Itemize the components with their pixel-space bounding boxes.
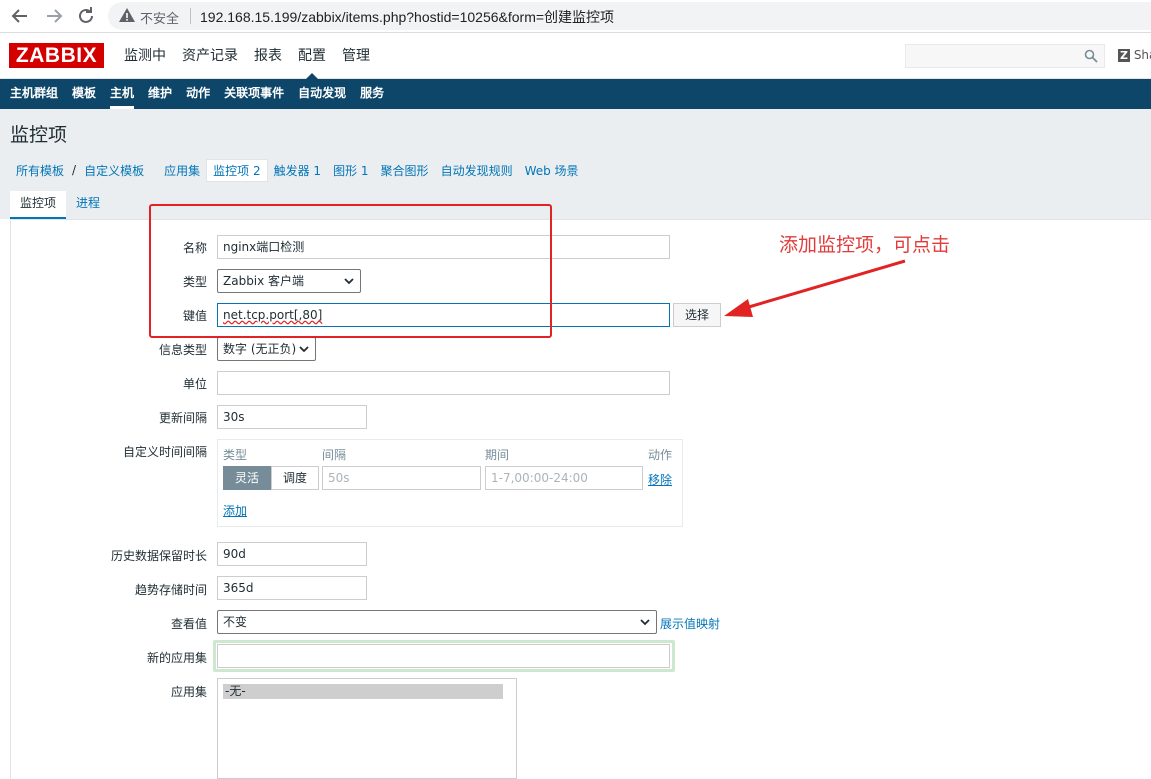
breadcrumb-discovery[interactable]: 自动发现规则	[435, 162, 519, 179]
trends-input[interactable]: 365d	[217, 576, 367, 600]
annotation-text: 添加监控项，可点击	[779, 234, 951, 256]
submenu-hosts[interactable]: 主机	[103, 79, 141, 109]
breadcrumb-template[interactable]: 自定义模板	[78, 162, 150, 179]
col-type: 类型	[223, 448, 248, 462]
chevron-down-icon	[299, 346, 309, 353]
select-button[interactable]: 选择	[673, 303, 721, 327]
custom-intervals-table: 类型 间隔 期间 动作 灵活 调度 50s 1-7,00:00-24:00 移除…	[217, 439, 683, 527]
breadcrumb-screens[interactable]: 聚合图形	[375, 162, 435, 179]
breadcrumb-graphs-count: 1	[360, 163, 369, 178]
reload-icon[interactable]	[74, 4, 98, 28]
url-text[interactable]: 192.168.15.199/zabbix/items.php?hostid=1…	[200, 7, 614, 27]
add-link[interactable]: 添加	[223, 502, 247, 519]
page-header: 监控项 所有模板 / 自定义模板 应用集 监控项 2 触发器 1 图形 1 聚合…	[0, 109, 1151, 219]
address-bar[interactable]: 不安全 192.168.15.199/zabbix/items.php?host…	[108, 2, 1151, 30]
apps-option[interactable]: -无-	[223, 684, 503, 699]
col-interval: 间隔	[322, 448, 347, 462]
forward-icon[interactable]	[42, 4, 66, 28]
breadcrumb-web[interactable]: Web 场景	[519, 162, 585, 179]
new-app-label: 新的应用集	[146, 651, 207, 665]
apps-label: 应用集	[170, 685, 207, 699]
breadcrumb-items[interactable]: 监控项 2	[206, 158, 268, 182]
breadcrumb-triggers-count: 1	[313, 163, 322, 178]
share-badge: Z	[1118, 49, 1130, 62]
breadcrumb-items-label: 监控项	[213, 163, 250, 178]
trends-label: 趋势存储时间	[134, 583, 207, 597]
units-label: 单位	[182, 377, 207, 391]
type-label: 类型	[182, 275, 207, 289]
submenu-host-groups[interactable]: 主机群组	[3, 79, 65, 109]
browser-toolbar: 不安全 192.168.15.199/zabbix/items.php?host…	[0, 0, 1151, 33]
interval-input[interactable]: 50s	[322, 466, 481, 490]
warning-icon	[119, 8, 135, 22]
info-type-select[interactable]: 数字 (无正负)	[217, 337, 316, 361]
breadcrumb-graphs-label: 图形	[333, 163, 358, 178]
update-interval-input[interactable]: 30s	[217, 405, 367, 429]
search-icon[interactable]	[1084, 49, 1098, 63]
col-period: 期间	[485, 448, 510, 462]
apps-listbox[interactable]: -无-	[217, 678, 517, 779]
type-select[interactable]: Zabbix 客户端	[217, 269, 361, 293]
breadcrumb-all-templates[interactable]: 所有模板	[10, 162, 70, 179]
valuemap-select[interactable]: 不变	[217, 610, 657, 634]
security-label: 不安全	[140, 12, 180, 27]
info-type-label: 信息类型	[158, 343, 207, 357]
breadcrumb-applications[interactable]: 应用集	[158, 162, 206, 179]
valuemap-label: 查看值	[170, 617, 207, 631]
period-input[interactable]: 1-7,00:00-24:00	[485, 466, 643, 490]
new-app-input[interactable]	[217, 644, 670, 668]
col-action: 动作	[648, 448, 673, 462]
units-input[interactable]	[217, 371, 670, 395]
menu-reports[interactable]: 报表	[246, 34, 290, 79]
tab-item[interactable]: 监控项	[10, 191, 67, 219]
scheduling-toggle[interactable]: 调度	[271, 466, 319, 490]
submenu-maintenance[interactable]: 维护	[141, 79, 179, 109]
breadcrumb-items-count: 2	[252, 163, 261, 178]
share-link[interactable]: Z Sha	[1118, 48, 1151, 62]
form-tabs: 监控项 进程	[10, 191, 110, 219]
submenu-correlation[interactable]: 关联项事件	[217, 79, 291, 109]
update-interval-label: 更新间隔	[158, 411, 207, 425]
name-label: 名称	[182, 241, 207, 255]
page-title: 监控项	[10, 124, 68, 146]
submenu-discovery[interactable]: 自动发现	[291, 79, 353, 109]
breadcrumb-separator: /	[72, 163, 77, 177]
submenu-templates[interactable]: 模板	[65, 79, 103, 109]
menu-administration[interactable]: 管理	[334, 34, 378, 79]
key-input[interactable]: net.tcp.port[,80]	[217, 303, 670, 327]
address-separator	[190, 8, 191, 24]
history-input[interactable]: 90d	[217, 542, 367, 566]
name-input[interactable]: nginx端口检测	[217, 235, 670, 259]
menu-configuration[interactable]: 配置	[290, 34, 334, 79]
zabbix-logo[interactable]: ZABBIX	[9, 43, 104, 68]
back-icon[interactable]	[8, 4, 32, 28]
type-select-value: Zabbix 客户端	[223, 274, 305, 288]
custom-intervals-label: 自定义时间间隔	[122, 445, 207, 459]
tab-preprocessing[interactable]: 进程	[66, 191, 110, 219]
info-type-select-value: 数字 (无正负)	[223, 342, 297, 356]
main-menu: 监测中 资产记录 报表 配置 管理	[116, 34, 378, 79]
menu-monitoring[interactable]: 监测中	[116, 34, 174, 79]
submenu-actions[interactable]: 动作	[179, 79, 217, 109]
breadcrumb: 所有模板 / 自定义模板 应用集 监控项 2 触发器 1 图形 1 聚合图形 自…	[10, 158, 585, 182]
annotation-arrow-icon	[724, 259, 906, 317]
show-valuemap-link[interactable]: 展示值映射	[660, 615, 720, 632]
remove-link[interactable]: 移除	[648, 471, 672, 488]
search-input[interactable]	[905, 44, 1105, 68]
breadcrumb-triggers-label: 触发器	[273, 163, 310, 178]
chevron-down-icon	[640, 619, 650, 626]
chevron-down-icon	[344, 278, 354, 285]
menu-inventory[interactable]: 资产记录	[174, 34, 246, 79]
flexible-toggle[interactable]: 灵活	[223, 466, 271, 490]
valuemap-select-value: 不变	[223, 615, 248, 629]
submenu-services[interactable]: 服务	[353, 79, 391, 109]
share-label: Sha	[1133, 48, 1151, 62]
key-input-value: net.tcp.port[,80]	[223, 308, 323, 322]
sub-menu: 主机群组 模板 主机 维护 动作 关联项事件 自动发现 服务	[0, 79, 1151, 109]
history-label: 历史数据保留时长	[110, 549, 207, 563]
top-header: ZABBIX 监测中 资产记录 报表 配置 管理 Z Sha	[0, 34, 1151, 79]
breadcrumb-triggers[interactable]: 触发器 1	[268, 162, 327, 179]
breadcrumb-graphs[interactable]: 图形 1	[327, 162, 374, 179]
key-label: 键值	[182, 309, 207, 323]
